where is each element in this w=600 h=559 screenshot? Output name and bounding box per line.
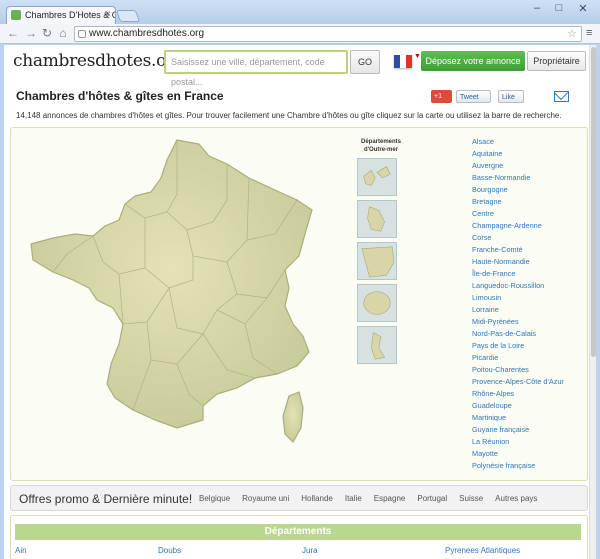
region-link[interactable]: Île-de-France — [472, 268, 564, 280]
promo-link-suisse[interactable]: Suisse — [459, 494, 483, 503]
promo-bar: Offres promo & Dernière minute! Belgique… — [10, 485, 588, 511]
browser-toolbar: ← → ↻ ⌂ www.chambresdhotes.org ☆ ≡ — [0, 24, 600, 44]
promo-title: Offres promo & Dernière minute! — [19, 492, 193, 506]
new-tab-button[interactable] — [115, 10, 141, 22]
page-icon — [78, 30, 86, 38]
overseas-heading: Départements d'Outre-mer — [355, 138, 407, 154]
region-link[interactable]: Lorraine — [472, 304, 564, 316]
region-link[interactable]: La Réunion — [472, 436, 564, 448]
promo-link-royaume-uni[interactable]: Royaume uni — [242, 494, 289, 503]
department-link[interactable]: Ain — [15, 546, 27, 555]
maximize-button[interactable]: □ — [550, 2, 568, 14]
guyane-map-thumb[interactable] — [357, 242, 397, 280]
minimize-button[interactable]: – — [528, 2, 546, 14]
close-window-button[interactable]: ✕ — [574, 2, 592, 15]
overseas-heading-line1: Départements — [360, 139, 401, 145]
tweet-button[interactable]: Tweet — [456, 90, 491, 103]
region-link[interactable]: Corse — [472, 232, 564, 244]
facebook-like-button[interactable]: Like — [498, 90, 524, 103]
region-link[interactable]: Guadeloupe — [472, 400, 564, 412]
region-link[interactable]: Rhône-Alpes — [472, 388, 564, 400]
region-link[interactable]: Pays de la Loire — [472, 340, 564, 352]
guadeloupe-map-thumb[interactable] — [357, 158, 397, 196]
post-ad-button[interactable]: Déposez votre annonce — [421, 51, 525, 71]
close-tab-icon[interactable]: × — [105, 7, 111, 23]
region-link[interactable]: Haute-Normandie — [472, 256, 564, 268]
home-icon[interactable]: ⌂ — [56, 26, 70, 40]
departments-header: Départements — [15, 524, 581, 540]
promo-link-italie[interactable]: Italie — [345, 494, 362, 503]
promo-link-espagne[interactable]: Espagne — [374, 494, 406, 503]
departments-panel: Départements Ain Doubs Jura Pyrenees Atl… — [10, 515, 588, 559]
martinique-map-thumb[interactable] — [357, 200, 397, 238]
mayotte-map-thumb[interactable] — [357, 326, 397, 364]
address-text: www.chambresdhotes.org — [89, 28, 205, 39]
region-link[interactable]: Franche-Comté — [472, 244, 564, 256]
region-link[interactable]: Languedoc-Roussillon — [472, 280, 564, 292]
region-link[interactable]: Midi-Pyrénées — [472, 316, 564, 328]
region-link[interactable]: Alsace — [472, 136, 564, 148]
scrollbar-thumb[interactable] — [591, 47, 596, 357]
search-input[interactable]: Saisissez une ville, département, code p… — [164, 50, 348, 87]
browser-titlebar: Chambres D'Hotes & Gîtes × – □ ✕ — [0, 0, 600, 24]
language-caret-icon[interactable]: ▼ — [414, 53, 421, 60]
forward-icon[interactable]: → — [24, 26, 38, 40]
department-link[interactable]: Jura — [302, 546, 318, 555]
region-link[interactable]: Mayotte — [472, 448, 564, 460]
map-panel: Départements d'Outre-mer Alsace Aquitaine… — [10, 127, 588, 481]
overseas-heading-line2: d'Outre-mer — [363, 147, 399, 153]
region-link[interactable]: Bretagne — [472, 196, 564, 208]
bookmark-star-icon[interactable]: ☆ — [567, 27, 577, 41]
favicon-icon — [11, 10, 21, 20]
page-scrollbar[interactable] — [589, 45, 596, 559]
search-go-button[interactable]: GO — [350, 50, 380, 74]
corsica[interactable] — [282, 391, 304, 443]
department-link[interactable]: Pyrenees Atlantiques — [445, 546, 520, 555]
promo-country-links: Belgique Royaume uni Hollande Italie Esp… — [199, 494, 549, 503]
region-list: Alsace Aquitaine Auvergne Basse-Normandie Bo… — [472, 136, 564, 472]
gplus-button[interactable]: +1 — [431, 90, 452, 103]
browser-tab[interactable]: Chambres D'Hotes & Gîtes × — [6, 6, 116, 24]
tab-title: Chambres D'Hotes & Gîtes — [25, 10, 115, 20]
french-flag-icon[interactable] — [394, 55, 412, 68]
promo-link-autres-pays[interactable]: Autres pays — [495, 494, 537, 503]
region-link[interactable]: Basse-Normandie — [472, 172, 564, 184]
region-link[interactable]: Guyane française — [472, 424, 564, 436]
region-link[interactable]: Auvergne — [472, 160, 564, 172]
region-link[interactable]: Champagne-Ardenne — [472, 220, 564, 232]
flag-stripe-red — [406, 55, 412, 68]
region-link[interactable]: Limousin — [472, 292, 564, 304]
region-link[interactable]: Aquitaine — [472, 148, 564, 160]
page-title: Chambres d'hôtes & gîtes en France — [16, 89, 224, 103]
promo-link-hollande[interactable]: Hollande — [301, 494, 333, 503]
region-link[interactable]: Polynésie française — [472, 460, 564, 472]
email-icon[interactable] — [554, 91, 569, 102]
reunion-map-thumb[interactable] — [357, 284, 397, 322]
site-logo[interactable]: chambresdhotes.org — [13, 51, 185, 71]
region-link[interactable]: Picardie — [472, 352, 564, 364]
promo-link-portugal[interactable]: Portugal — [417, 494, 447, 503]
menu-icon[interactable]: ≡ — [586, 27, 592, 39]
region-link[interactable]: Martinique — [472, 412, 564, 424]
page: chambresdhotes.org Saisissez une ville, … — [4, 45, 596, 559]
intro-text: 14,148 annonces de chambres d'hôtes et g… — [16, 111, 562, 120]
region-link[interactable]: Centre — [472, 208, 564, 220]
promo-link-belgique[interactable]: Belgique — [199, 494, 230, 503]
address-bar[interactable]: www.chambresdhotes.org ☆ — [74, 26, 582, 42]
region-link[interactable]: Bourgogne — [472, 184, 564, 196]
region-link[interactable]: Poitou-Charentes — [472, 364, 564, 376]
department-link[interactable]: Doubs — [158, 546, 181, 555]
region-link[interactable]: Nord-Pas-de-Calais — [472, 328, 564, 340]
owner-button[interactable]: Propriétaire — [527, 51, 586, 71]
france-map[interactable] — [27, 138, 327, 448]
region-link[interactable]: Provence-Alpes-Côte d'Azur — [472, 376, 564, 388]
back-icon[interactable]: ← — [6, 26, 20, 40]
france-mainland[interactable] — [30, 139, 313, 429]
reload-icon[interactable]: ↻ — [40, 26, 54, 40]
